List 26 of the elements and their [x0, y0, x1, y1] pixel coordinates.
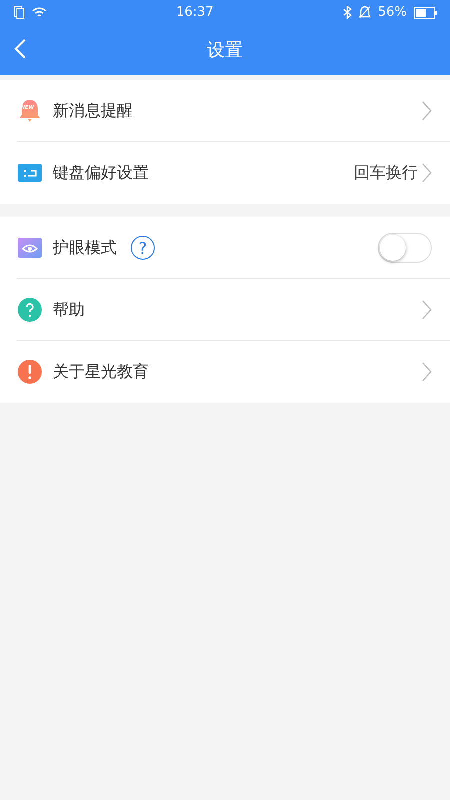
chevron-icon	[422, 362, 432, 382]
bell-off-icon	[359, 6, 372, 19]
help-button[interactable]: ?	[131, 236, 155, 260]
chevron-icon	[422, 101, 432, 121]
eye-icon	[18, 236, 42, 260]
setting-label[interactable]: 新消息提醒	[53, 100, 133, 122]
chevron-icon	[422, 300, 432, 320]
clock: 16:37	[176, 5, 214, 20]
battery-icon	[414, 6, 438, 18]
setting-label[interactable]: 关于星光教育	[53, 362, 149, 382]
setting-value: 回车换行	[354, 162, 418, 184]
back-button[interactable]	[12, 37, 28, 61]
help-icon	[18, 298, 42, 322]
chevron-icon	[422, 163, 432, 183]
wifi-icon	[32, 6, 47, 18]
setting-label[interactable]: 帮助	[53, 300, 85, 320]
bluetooth-icon	[343, 6, 352, 19]
setting-label[interactable]: 护眼模式	[53, 238, 117, 258]
exclamation-icon	[18, 360, 42, 384]
toggle-switch[interactable]	[378, 233, 432, 263]
sim-icon	[14, 6, 25, 19]
page-title: 设置	[207, 39, 243, 62]
battery-percent: 56%	[378, 5, 407, 20]
keyboard-icon	[18, 161, 42, 185]
setting-label[interactable]: 键盘偏好设置	[53, 162, 149, 184]
bell-icon	[18, 99, 42, 123]
